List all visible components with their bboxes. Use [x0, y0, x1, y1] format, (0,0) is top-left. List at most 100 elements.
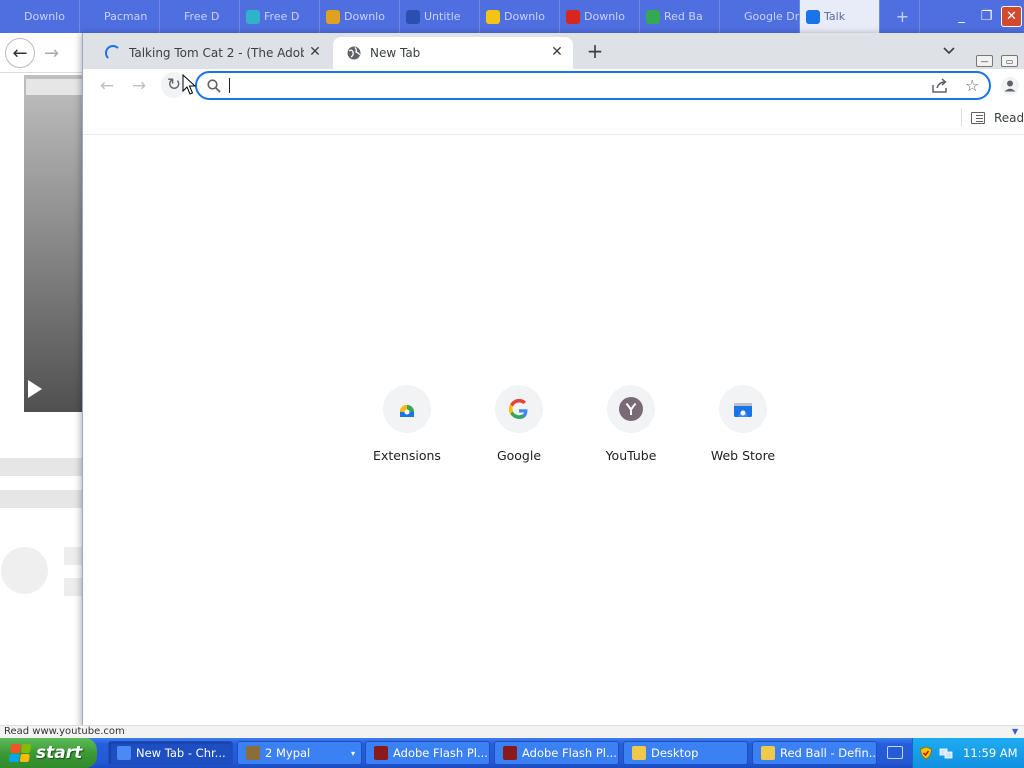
background-video-player[interactable] [24, 75, 82, 412]
background-tab[interactable]: Downlo [560, 0, 640, 33]
bookmark-star-icon[interactable]: ☆ [965, 76, 979, 95]
webstore-icon [719, 385, 767, 433]
minimize-icon: _ [958, 9, 965, 24]
play-icon[interactable] [28, 380, 42, 398]
background-tab-label: Talk [824, 10, 846, 23]
loading-spinner-icon [105, 45, 121, 61]
start-button[interactable]: start [0, 738, 97, 768]
background-tab-strip: Downlo Pacman Free D Free D Downlo Untitle Dow… [0, 0, 1024, 33]
background-placeholder-bar [0, 490, 82, 508]
taskbar-item[interactable]: New Tab - Chr... [108, 741, 233, 765]
background-tab[interactable]: Pacman [80, 0, 160, 33]
background-placeholder-block [64, 547, 82, 565]
new-tab-button[interactable]: + [583, 39, 607, 63]
reload-icon: ↻ [166, 75, 182, 95]
taskbar: start New Tab - Chr... 2 Mypal ▾ Adobe Flas… [0, 738, 1024, 768]
background-forward-button[interactable]: → [44, 43, 59, 64]
share-icon[interactable] [931, 78, 949, 94]
shortcut-extensions[interactable]: Extensions [359, 385, 455, 475]
taskbar-item[interactable]: Desktop [623, 741, 748, 765]
tab-favicon-icon [246, 9, 260, 24]
background-back-button[interactable]: ← [5, 38, 35, 68]
shortcut-web-store[interactable]: Web Store [695, 385, 791, 475]
windows-logo-icon [8, 744, 32, 762]
search-icon [207, 79, 221, 93]
background-close-button[interactable]: ✕ [1001, 6, 1022, 27]
address-input[interactable] [229, 76, 889, 96]
taskbar-item-label: Adobe Flash Pl... [393, 746, 488, 760]
taskbar-app-icon [374, 746, 388, 760]
tab-search-button[interactable] [939, 41, 959, 61]
background-new-tab-button[interactable]: + [880, 0, 920, 33]
background-tab[interactable]: Google Drive [720, 0, 800, 33]
background-tab[interactable]: Talk [800, 0, 880, 33]
arrow-right-icon: → [131, 76, 147, 96]
status-bar: Read www.youtube.com ▼ [0, 725, 1024, 738]
taskbar-item[interactable]: 2 Mypal ▾ [237, 741, 362, 765]
plus-icon: + [586, 39, 604, 63]
background-tab-label: Red Ba [664, 10, 703, 23]
taskbar-item-label: Red Ball - Defin... [780, 746, 877, 760]
minimize-icon: — [980, 56, 989, 66]
background-tab[interactable]: Free D [240, 0, 320, 33]
background-tab-label: Pacman [104, 10, 148, 23]
shortcut-youtube[interactable]: YouTube [583, 385, 679, 475]
keyboard-icon[interactable] [887, 746, 903, 759]
background-tab-label: Downlo [344, 10, 385, 23]
shortcut-label: Google [496, 448, 542, 463]
tab-favicon-icon [646, 9, 660, 24]
background-video-inner-frame [26, 79, 82, 95]
taskbar-item-label: 2 Mypal [265, 746, 311, 760]
background-restore-button[interactable]: ❐ [976, 6, 997, 27]
background-placeholder-bar [0, 458, 82, 476]
profile-avatar-icon[interactable] [1001, 77, 1019, 95]
taskbar-app-icon [246, 746, 260, 760]
restore-icon: ❐ [980, 9, 993, 24]
arrow-right-icon: → [44, 43, 60, 64]
shortcut-google[interactable]: Google [471, 385, 567, 475]
background-placeholder-block [64, 578, 82, 596]
background-tab-label: Free D [264, 10, 300, 23]
tab-title: New Tab [370, 46, 421, 60]
tab-close-icon[interactable]: ✕ [307, 44, 323, 60]
extensions-icon [383, 385, 431, 433]
system-tray: 11:59 AM [912, 738, 1024, 768]
mouse-cursor-icon [182, 74, 196, 95]
tab-favicon-icon [486, 9, 500, 24]
chevron-down-icon[interactable]: ▼ [1012, 726, 1022, 736]
taskbar-app-icon [632, 746, 646, 760]
taskbar-item[interactable]: Adobe Flash Pl... [365, 741, 490, 765]
background-tab[interactable]: Downlo [0, 0, 80, 33]
tab-favicon-icon [806, 9, 820, 24]
window-restore-button[interactable]: ▭ [1001, 55, 1018, 67]
tab-favicon-icon [326, 9, 340, 24]
window-minimize-button[interactable]: — [976, 55, 993, 67]
status-text: Read www.youtube.com [4, 726, 125, 737]
omnibox[interactable]: ☆ [195, 71, 991, 100]
background-tab[interactable]: Downlo [320, 0, 400, 33]
background-placeholder-avatar [1, 547, 48, 594]
background-tab[interactable]: Downlo [480, 0, 560, 33]
background-tab-label: Downlo [24, 10, 65, 23]
tab-close-icon[interactable]: ✕ [549, 44, 565, 60]
tab-new-tab[interactable]: New Tab ✕ [333, 37, 573, 69]
network-icon[interactable] [939, 746, 953, 760]
background-tab[interactable]: Red Ba [640, 0, 720, 33]
tab-favicon-icon [166, 9, 180, 24]
chrome-window: Talking Tom Cat 2 - (The Adobe Flash ✕ N… [82, 33, 1024, 728]
background-tab[interactable]: Untitle [400, 0, 480, 33]
background-tab[interactable]: Free D [160, 0, 240, 33]
tab-talking-tom[interactable]: Talking Tom Cat 2 - (The Adobe Flash ✕ [91, 37, 331, 69]
shortcut-label: Web Store [710, 448, 776, 463]
taskbar-item[interactable]: Adobe Flash Pl... [494, 741, 619, 765]
shortcut-label: YouTube [605, 448, 657, 463]
back-button[interactable]: ← [96, 75, 118, 97]
shield-icon[interactable] [919, 746, 933, 760]
background-minimize-button[interactable]: _ [951, 6, 972, 27]
reading-list-button[interactable]: Reading list [971, 111, 1024, 125]
clock[interactable]: 11:59 AM [963, 746, 1018, 760]
tab-favicon-icon [566, 9, 580, 24]
toolbar: ← → ↻ ☆ [83, 69, 1024, 102]
forward-button[interactable]: → [128, 75, 150, 97]
taskbar-item[interactable]: Red Ball - Defin... [752, 741, 877, 765]
